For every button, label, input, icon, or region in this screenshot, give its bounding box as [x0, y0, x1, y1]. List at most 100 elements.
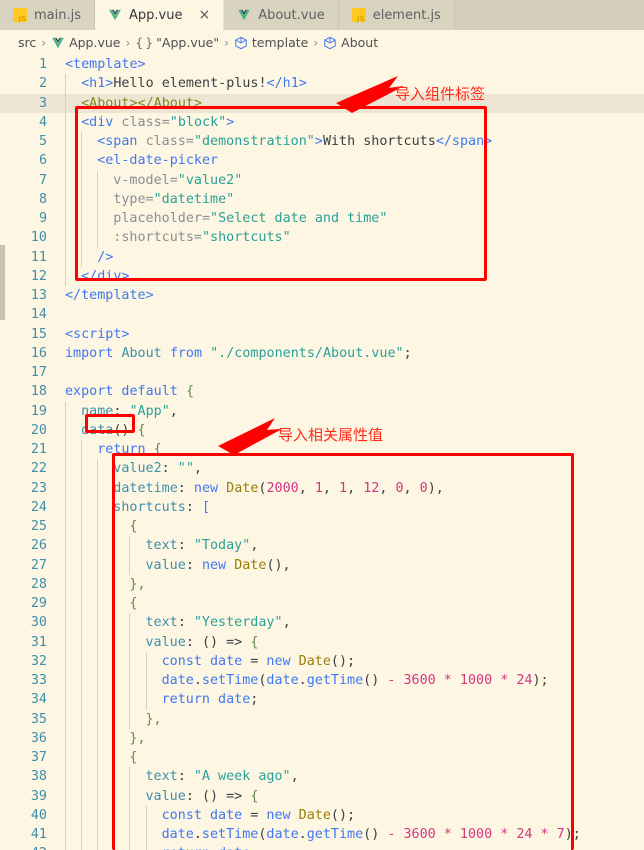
code-line: 21 return { [0, 440, 644, 460]
line-number: 2 [38, 76, 47, 92]
vue-icon [238, 9, 251, 21]
code-text: export default { [65, 382, 194, 401]
breadcrumb-separator: › [125, 35, 131, 50]
code-line: 31 value: () => { [0, 632, 644, 652]
indent-guide [113, 825, 115, 845]
indent-guide [65, 209, 66, 229]
tab-main-js[interactable]: main.js [0, 0, 95, 30]
token: { [153, 442, 162, 457]
code-line: 38 text: "A week ago", [0, 767, 644, 787]
token: : [177, 615, 194, 631]
indent-guide [97, 170, 99, 190]
code-line: 34 return date; [0, 690, 644, 710]
token: "block" [169, 114, 227, 130]
token: { [129, 750, 138, 765]
tab-App-vue[interactable]: App.vue × [95, 0, 225, 30]
breadcrumb-item-src[interactable]: src [18, 35, 36, 50]
line-number: 35 [30, 711, 47, 727]
token: "shortcuts" [201, 230, 291, 246]
breadcrumb-item-About[interactable]: About [323, 35, 378, 50]
tab-About-vue[interactable]: About.vue [224, 0, 339, 30]
indent-guide [97, 574, 99, 594]
indent-guide [81, 574, 83, 594]
line-number: 30 [30, 615, 47, 631]
code-line: 24 shortcuts: [ [0, 497, 644, 517]
indent-guide [129, 805, 131, 825]
token: { [185, 384, 194, 400]
code-text: }, [146, 710, 162, 729]
code-line: 5 <span class="demonstration">With shortc… [0, 132, 644, 152]
indent-guide [113, 805, 115, 825]
line-number: 15 [30, 326, 47, 342]
token: class= [121, 114, 170, 130]
code-text: </template> [65, 286, 154, 305]
code-editor[interactable]: 1 <template> 2 <h1>Hello element-plus!</h1>… [0, 55, 644, 850]
line-number: 11 [30, 249, 47, 265]
indent-guide [145, 651, 147, 671]
token: name [81, 403, 114, 419]
token: : [185, 557, 202, 573]
indent-guide [65, 690, 66, 710]
code-text: <script> [65, 325, 130, 344]
breadcrumb-item-Appvue[interactable]: App.vue [51, 35, 120, 50]
line-number: 25 [30, 519, 47, 534]
code-line: 27 value: new Date(), [0, 555, 644, 575]
tab-element-js[interactable]: element.js [338, 0, 455, 30]
breadcrumb-label: App.vue [69, 35, 121, 50]
breadcrumb-item-Appvue[interactable]: { } "App.vue" [135, 35, 219, 50]
code-text: v-model="value2" [113, 171, 242, 190]
token: , [282, 615, 291, 631]
line-number: 20 [30, 422, 47, 438]
token: }, [145, 711, 162, 727]
token: , [250, 538, 259, 554]
indent-guide [97, 805, 99, 825]
token: * [435, 673, 460, 688]
line-number: 1 [38, 57, 47, 72]
token: }, [129, 730, 146, 746]
token: value [145, 557, 186, 573]
code-text: return date; [162, 844, 259, 850]
breadcrumb-item-template[interactable]: template [234, 35, 308, 50]
token: setTime [201, 673, 259, 688]
close-icon[interactable]: × [198, 8, 210, 22]
token: (), [266, 557, 291, 573]
token: (); [330, 653, 356, 669]
token: datetime [113, 480, 178, 496]
token: * [492, 673, 517, 688]
indent-guide [97, 613, 99, 633]
indent-guide [145, 805, 147, 825]
token: () => [201, 788, 251, 804]
indent-guide [113, 690, 115, 710]
code-line: 15 <script> [0, 325, 644, 344]
token: : [161, 461, 178, 477]
token: "value2" [177, 172, 243, 188]
token: 2000 [266, 480, 299, 496]
code-text: datetime: new Date(2000, 1, 1, 12, 0, 0)… [113, 479, 444, 498]
token: : [177, 480, 194, 496]
indent-guide [113, 748, 115, 768]
indent-guide [97, 459, 99, 479]
token: text [145, 769, 178, 785]
code-line: 11 /> [0, 247, 644, 267]
breadcrumb-separator: › [224, 35, 229, 50]
token: ; [403, 345, 412, 361]
code-line: 40 const date = new Date(); [0, 805, 644, 825]
indent-guide [97, 632, 99, 652]
code-line: 19 name: "App", [0, 401, 644, 421]
code-text: const date = new Date(); [162, 652, 356, 671]
code-text: }, [129, 729, 145, 748]
token: > [314, 134, 323, 149]
token: , [379, 480, 396, 496]
token: return [97, 442, 146, 457]
code-line: 22 value2: "", [0, 459, 644, 479]
token: - [387, 673, 404, 688]
indent-guide [65, 728, 66, 748]
symbol-icon [324, 36, 336, 49]
token: () [363, 827, 388, 842]
indent-guide [129, 651, 131, 671]
indent-guide [65, 440, 66, 460]
token: : [185, 634, 202, 650]
